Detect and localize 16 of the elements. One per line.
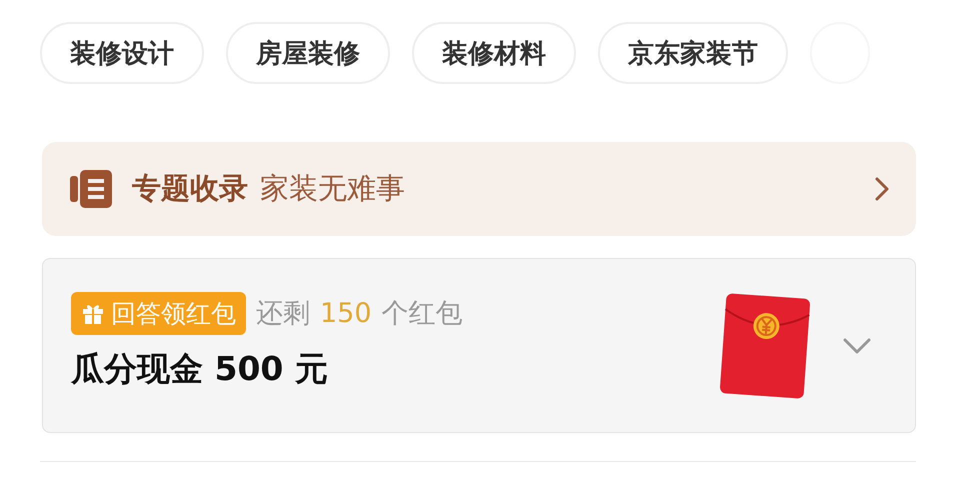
topic-banner[interactable]: 专题收录 家装无难事 (42, 142, 916, 236)
remaining-count: 150 (320, 298, 372, 328)
reward-badge: 回答领红包 (71, 292, 246, 334)
topic-label: 专题收录 (132, 170, 248, 207)
category-chip[interactable]: 房屋装修 (226, 22, 390, 84)
chevron-down-icon[interactable] (843, 338, 871, 354)
chevron-right-icon (874, 176, 890, 202)
topic-title: 家装无难事 (260, 170, 405, 207)
envelope-icon (717, 292, 813, 400)
book-icon (70, 168, 112, 210)
remaining-label: 还剩 (256, 297, 310, 331)
category-chip[interactable]: 装修材料 (412, 22, 576, 84)
remaining-unit: 个红包 (382, 297, 463, 331)
category-chip[interactable]: 京东家装节 (598, 22, 788, 84)
reward-headline: 瓜分现金 500 元 (71, 348, 329, 390)
category-chip[interactable]: 装修设计 (40, 22, 204, 84)
